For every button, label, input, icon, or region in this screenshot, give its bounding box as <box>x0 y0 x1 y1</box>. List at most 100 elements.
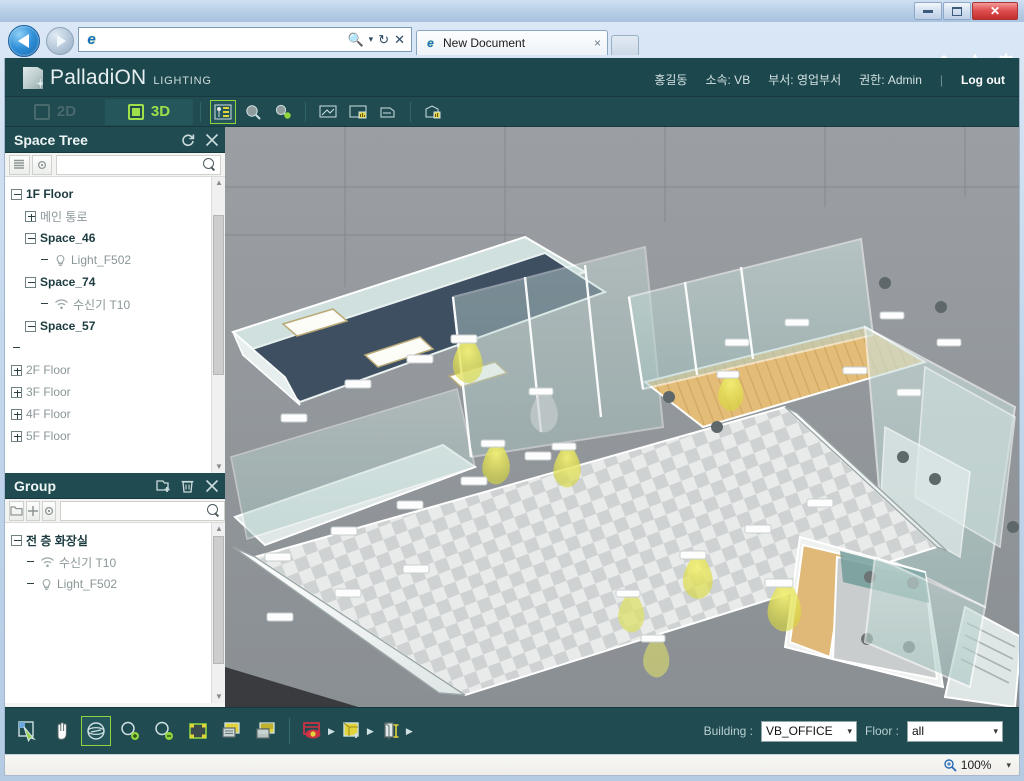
tree-spacer <box>11 343 22 354</box>
chevron-right-icon[interactable]: ▶ <box>328 726 335 737</box>
section-box-tool-button[interactable] <box>337 716 367 746</box>
address-input[interactable] <box>101 32 348 47</box>
tree-node[interactable]: 1F Floor <box>11 183 221 205</box>
zoom-in-tool-button[interactable] <box>115 716 145 746</box>
zoom-indicator[interactable]: 100% <box>944 758 991 772</box>
delete-icon[interactable] <box>180 478 195 493</box>
building-select[interactable]: VB_OFFICE ▾ <box>760 720 857 742</box>
search-icon[interactable]: 🔍 <box>347 32 363 48</box>
logout-button[interactable]: Log out <box>961 73 1005 87</box>
report-button[interactable] <box>375 100 401 124</box>
scroll-up-icon[interactable]: ▲ <box>214 178 224 188</box>
refresh-icon[interactable]: ↻ <box>378 32 389 48</box>
mode-3d-button[interactable]: 3D <box>105 98 193 125</box>
add-button[interactable] <box>26 500 40 521</box>
chevron-right-icon[interactable]: ▶ <box>406 726 413 737</box>
3d-viewport[interactable] <box>225 127 1019 707</box>
zoom-dropdown-icon[interactable]: ▾ <box>1006 760 1011 771</box>
add-group-icon[interactable] <box>156 478 171 493</box>
close-icon[interactable] <box>204 132 219 147</box>
scroll-down-icon[interactable]: ▼ <box>214 692 224 702</box>
group-settings-button[interactable] <box>42 500 56 521</box>
search-settings-button[interactable] <box>270 100 296 124</box>
close-icon[interactable] <box>204 478 219 493</box>
collapse-icon[interactable] <box>25 276 36 288</box>
monitor-button[interactable] <box>315 100 341 124</box>
tree-node[interactable]: 5F Floor <box>11 425 221 447</box>
tree-node[interactable]: 메인 통로 <box>11 205 221 227</box>
space-tree-scrollbar[interactable]: ▲ ▼ <box>211 177 225 473</box>
pan-tool-button[interactable] <box>47 716 77 746</box>
monitor-chart-button[interactable] <box>345 100 371 124</box>
collapse-icon[interactable] <box>25 320 36 332</box>
floor-label: Floor : <box>864 724 899 738</box>
scroll-thumb[interactable] <box>213 536 224 664</box>
view-preset-tool-button[interactable] <box>217 716 247 746</box>
zoom-out-icon <box>155 721 173 740</box>
view-render-tool-button[interactable] <box>251 716 281 746</box>
forward-button[interactable] <box>46 27 74 55</box>
address-bar[interactable]: e 🔍 ▾ ↻ ✕ <box>78 27 412 52</box>
tab-favicon-icon: e <box>427 36 434 50</box>
device-list-button[interactable] <box>210 99 236 124</box>
select-tool-button[interactable] <box>13 716 43 746</box>
mode-2d-button[interactable]: 2D <box>11 99 99 125</box>
refresh-icon[interactable] <box>180 132 195 147</box>
group-search-input[interactable] <box>65 504 207 517</box>
chevron-down-icon[interactable]: ▾ <box>993 726 998 737</box>
search-icon[interactable] <box>203 158 216 171</box>
browser-tab[interactable]: e New Document × <box>416 30 608 55</box>
tree-settings-button[interactable] <box>31 154 52 175</box>
minimize-button[interactable] <box>914 2 942 20</box>
expand-icon[interactable] <box>11 430 22 442</box>
scroll-down-icon[interactable]: ▼ <box>214 462 224 472</box>
expand-icon[interactable] <box>11 364 22 376</box>
expand-icon[interactable] <box>11 386 22 398</box>
tree-node[interactable]: 3F Floor <box>11 381 221 403</box>
list-view-button[interactable] <box>9 154 30 175</box>
group-search[interactable] <box>60 500 225 521</box>
tree-node[interactable]: Space_46 <box>11 227 221 249</box>
new-folder-button[interactable] <box>9 500 24 521</box>
tree-node[interactable]: Light_F502 <box>11 573 221 595</box>
zoom-out-tool-button[interactable] <box>149 716 179 746</box>
collapse-icon[interactable] <box>11 188 22 200</box>
stop-icon[interactable]: ✕ <box>394 32 405 48</box>
chevron-down-icon[interactable]: ▾ <box>847 726 852 737</box>
tree-node[interactable]: 수신기 T10 <box>11 293 221 315</box>
measure-tool-button[interactable] <box>376 716 406 746</box>
tree-node[interactable]: 전 층 화장실 <box>11 529 221 551</box>
search-space-button[interactable] <box>240 100 266 124</box>
close-button[interactable]: ✕ <box>972 2 1018 20</box>
space-tree-search-input[interactable] <box>61 158 203 171</box>
tree-node[interactable]: 4F Floor <box>11 403 221 425</box>
back-button[interactable] <box>8 25 40 57</box>
expand-icon[interactable] <box>25 210 36 222</box>
chevron-down-icon[interactable]: ▾ <box>369 34 374 45</box>
collapse-icon[interactable] <box>25 232 36 244</box>
building-chart-button[interactable] <box>420 100 446 124</box>
floor-select[interactable]: all ▾ <box>907 720 1003 742</box>
tree-node[interactable]: Space_57 <box>11 315 221 337</box>
zoom-window-tool-button[interactable] <box>183 716 213 746</box>
tree-node[interactable] <box>11 337 221 359</box>
tree-node[interactable]: 2F Floor <box>11 359 221 381</box>
group-scrollbar[interactable]: ▲ ▼ <box>211 523 225 703</box>
tree-node[interactable]: Space_74 <box>11 271 221 293</box>
tab-close-icon[interactable]: × <box>594 36 601 50</box>
section-box-icon <box>343 722 359 738</box>
group-body: 전 층 화장실 수신기 T10 Light_F502 ▲ ▼ <box>5 523 225 703</box>
collapse-icon[interactable] <box>11 534 22 546</box>
chevron-right-icon[interactable]: ▶ <box>367 726 374 737</box>
expand-icon[interactable] <box>11 408 22 420</box>
new-tab-button[interactable] <box>611 35 639 55</box>
tree-node[interactable]: 수신기 T10 <box>11 551 221 573</box>
scroll-up-icon[interactable]: ▲ <box>214 524 224 534</box>
search-icon[interactable] <box>207 504 220 517</box>
scroll-thumb[interactable] <box>213 215 224 375</box>
orbit-tool-button[interactable] <box>81 716 111 746</box>
restore-button[interactable] <box>943 2 971 20</box>
visibility-tool-button[interactable] <box>298 716 328 746</box>
tree-node[interactable]: Light_F502 <box>11 249 221 271</box>
space-tree-search[interactable] <box>56 154 221 175</box>
